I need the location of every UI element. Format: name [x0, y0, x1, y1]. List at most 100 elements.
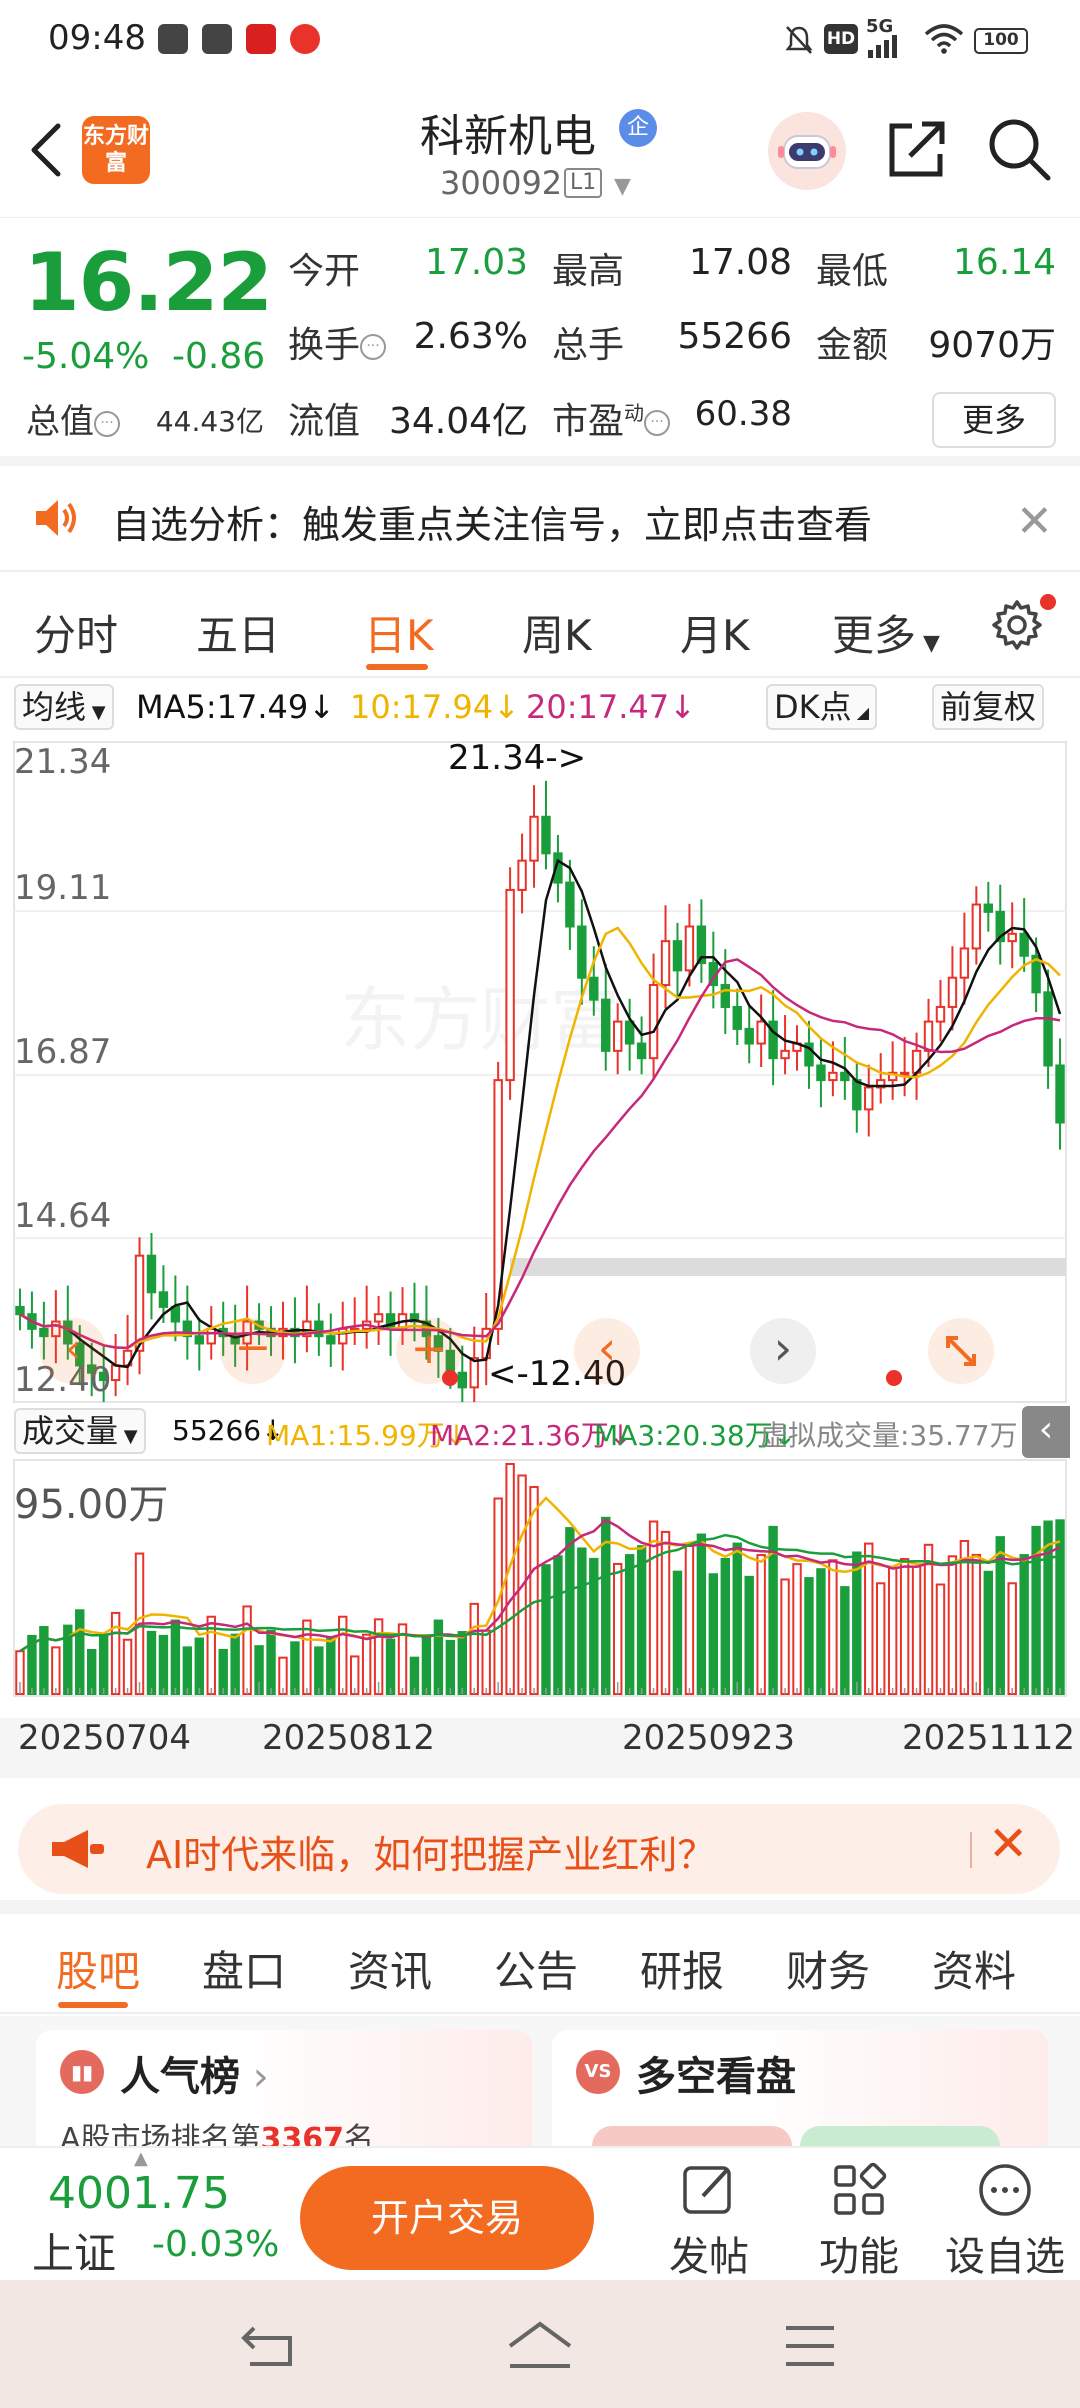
- kline-canvas[interactable]: 东方财富: [0, 734, 1080, 1404]
- tab-announcements[interactable]: 公告: [494, 1938, 578, 1999]
- menu-nav-icon[interactable]: [784, 2324, 836, 2368]
- float-cap-label: 流值: [288, 401, 361, 442]
- tab-monthly-k[interactable]: 月K: [680, 602, 750, 663]
- back-nav-icon[interactable]: [240, 2324, 296, 2368]
- chevron-down-icon[interactable]: ▼: [614, 174, 631, 199]
- chart-watermark: 东方财富: [340, 979, 620, 1061]
- tab-financials[interactable]: 财务: [786, 1938, 870, 1999]
- tab-five-day[interactable]: 五日: [196, 602, 280, 663]
- tab-weekly-k[interactable]: 周K: [522, 602, 592, 663]
- functions-button[interactable]: 功能: [804, 2162, 914, 2282]
- dk-point-toggle[interactable]: DK点 ◢: [766, 684, 878, 730]
- info-icon[interactable]: ···: [94, 410, 120, 437]
- app-logo[interactable]: 东方财富: [82, 116, 150, 184]
- tab-profile[interactable]: 资料: [932, 1938, 1016, 1999]
- volume-row: 成交量 ▼ 55266↓ MA1:15.99万↓ MA2:21.36万↓ MA3…: [0, 1404, 1080, 1458]
- info-icon[interactable]: ···: [360, 334, 387, 360]
- candle: [636, 1042, 647, 1060]
- candle: [146, 1254, 157, 1294]
- card-subtitle: A股市场排名第3367名: [60, 2122, 375, 2146]
- tab-intraday[interactable]: 分时: [34, 602, 118, 663]
- tab-more[interactable]: 更多 ▼: [832, 602, 940, 663]
- bottom-bar: ▲ 4001.75 上证 -0.03% 开户交易 发帖 功能 设自选: [0, 2146, 1080, 2280]
- candle: [1043, 991, 1053, 1067]
- search-icon[interactable]: [986, 116, 1052, 182]
- volume-bar: [911, 1565, 922, 1695]
- volume-bar: [708, 1573, 719, 1695]
- candle: [899, 1071, 910, 1076]
- chevron-left-icon[interactable]: ‹: [574, 1318, 640, 1384]
- volume-bar: [242, 1605, 252, 1696]
- open-account-trade-button[interactable]: 开户交易: [300, 2166, 594, 2270]
- enterprise-badge: 企: [619, 109, 657, 147]
- bull-pill[interactable]: [592, 2126, 792, 2146]
- volume-bar: [51, 1646, 61, 1696]
- market-cap-label: 总值 ···: [26, 394, 120, 443]
- stock-name: 科新机电: [420, 111, 596, 162]
- candle: [601, 998, 611, 1052]
- tab-order-book[interactable]: 盘口: [202, 1938, 286, 1999]
- candle: [314, 1320, 324, 1338]
- volume-bar: [720, 1557, 731, 1695]
- period-tabs: 分时 五日 日K 周K 月K 更多 ▼: [0, 574, 1080, 678]
- max-price-marker: 21.34->: [448, 738, 587, 778]
- tab-news[interactable]: 资讯: [348, 1938, 432, 1999]
- candle: [326, 1335, 336, 1345]
- gear-icon[interactable]: [990, 598, 1044, 652]
- change-amount: -0.86: [172, 336, 266, 377]
- volume-chart[interactable]: 95.00万: [0, 1458, 1080, 1698]
- tab-research[interactable]: 研报: [640, 1938, 724, 1999]
- indicator-selector[interactable]: 成交量 ▼: [14, 1408, 146, 1454]
- quote-level-badge[interactable]: L1: [564, 168, 603, 198]
- ma-selector[interactable]: 均线 ▼: [14, 684, 114, 730]
- volume-bar: [326, 1637, 336, 1695]
- index-value[interactable]: 4001.75: [48, 2168, 230, 2219]
- ai-robot-icon[interactable]: [768, 112, 846, 190]
- ma5-value: MA5:17.49↓: [136, 688, 336, 726]
- change-percent: -5.04%: [22, 336, 150, 377]
- chevron-right-icon[interactable]: ›: [750, 1318, 816, 1384]
- collapse-panel-icon[interactable]: ‹: [1022, 1406, 1070, 1458]
- ma20-value: 20:17.47↓: [526, 688, 696, 726]
- tab-forum[interactable]: 股吧: [56, 1938, 140, 1999]
- more-circle-icon: [979, 2164, 1031, 2216]
- more-quote-button[interactable]: 更多: [932, 392, 1056, 448]
- chevron-left-icon[interactable]: ‹: [40, 1318, 106, 1384]
- bull-bear-card[interactable]: VS 多空看盘: [552, 2030, 1048, 2146]
- volume-bar: [361, 1633, 372, 1696]
- fullscreen-icon[interactable]: [928, 1318, 994, 1384]
- volume-bar: [828, 1559, 838, 1695]
- kline-chart[interactable]: 东方财富 21.34 19.11 16.87 14.64 12.40 21.34…: [0, 734, 1080, 1404]
- ai-banner-text: AI时代来临，如何把握产业红利？: [146, 1833, 716, 1877]
- signal-dot: [442, 1370, 458, 1386]
- candle: [744, 1027, 754, 1045]
- home-nav-icon[interactable]: [504, 2320, 576, 2370]
- candle: [660, 940, 671, 987]
- popularity-card[interactable]: ▮▮ 人气榜 › A股市场排名第3367名: [36, 2030, 532, 2146]
- info-icon[interactable]: ···: [644, 410, 671, 436]
- volume-bar: [75, 1609, 85, 1695]
- zoom-out-icon[interactable]: −: [220, 1318, 286, 1384]
- candle: [457, 1371, 468, 1389]
- candle: [720, 984, 731, 1008]
- tab-daily-k[interactable]: 日K: [364, 602, 434, 663]
- add-watchlist-button[interactable]: 设自选: [940, 2162, 1070, 2282]
- cards-area: ▮▮ 人气榜 › A股市场排名第3367名 VS 多空看盘: [0, 2016, 1080, 2146]
- alert-bar[interactable]: 自选分析：触发重点关注信号，立即点击查看 ✕: [0, 466, 1080, 572]
- bear-pill[interactable]: [800, 2126, 1000, 2146]
- candle: [648, 984, 659, 1060]
- back-icon[interactable]: [26, 120, 66, 180]
- caret-up-icon: ▲: [134, 2148, 148, 2169]
- ai-promo-banner[interactable]: AI时代来临，如何把握产业红利？ ✕: [18, 1804, 1060, 1894]
- close-icon[interactable]: ✕: [1016, 496, 1053, 547]
- share-icon[interactable]: [884, 118, 948, 182]
- adjust-selector[interactable]: 前复权: [932, 684, 1045, 730]
- index-name[interactable]: 上证: [32, 2220, 116, 2281]
- signal-dot: [886, 1370, 902, 1386]
- hd-icon: HD: [824, 24, 858, 54]
- close-icon[interactable]: ✕: [988, 1816, 1028, 1872]
- candle: [565, 881, 575, 928]
- candle: [684, 925, 695, 972]
- candle: [206, 1327, 216, 1345]
- post-button[interactable]: 发帖: [654, 2162, 764, 2282]
